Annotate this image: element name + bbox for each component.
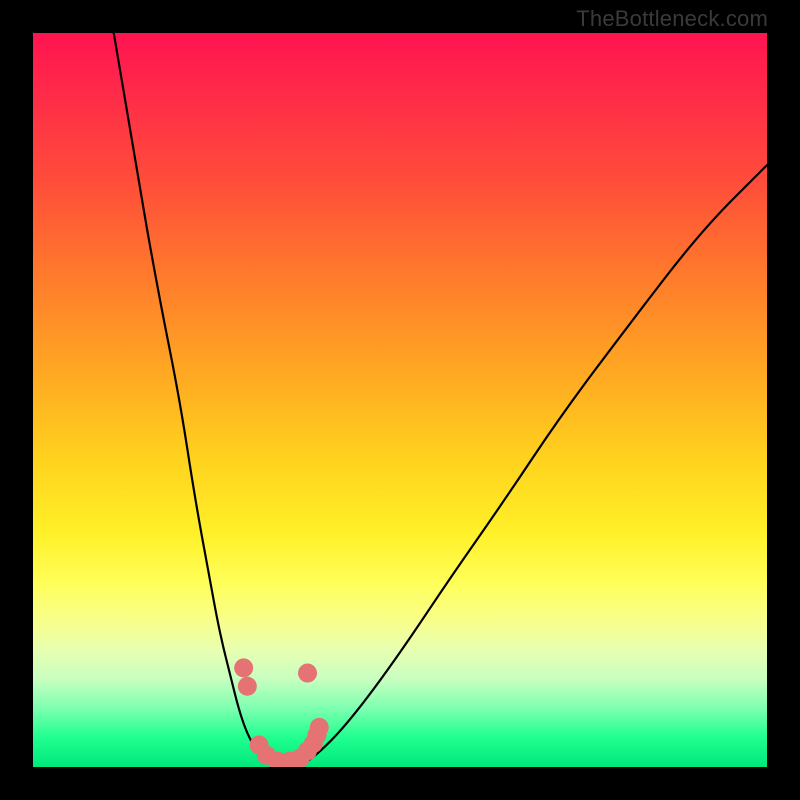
chart-frame: TheBottleneck.com: [0, 0, 800, 800]
data-marker: [310, 718, 329, 737]
data-marker: [298, 664, 317, 683]
bottleneck-curve: [114, 33, 767, 766]
chart-plot-area: [33, 33, 767, 767]
marker-group: [234, 658, 329, 767]
attribution-label: TheBottleneck.com: [576, 6, 768, 32]
data-marker: [234, 658, 253, 677]
data-marker: [238, 677, 257, 696]
chart-svg: [33, 33, 767, 767]
